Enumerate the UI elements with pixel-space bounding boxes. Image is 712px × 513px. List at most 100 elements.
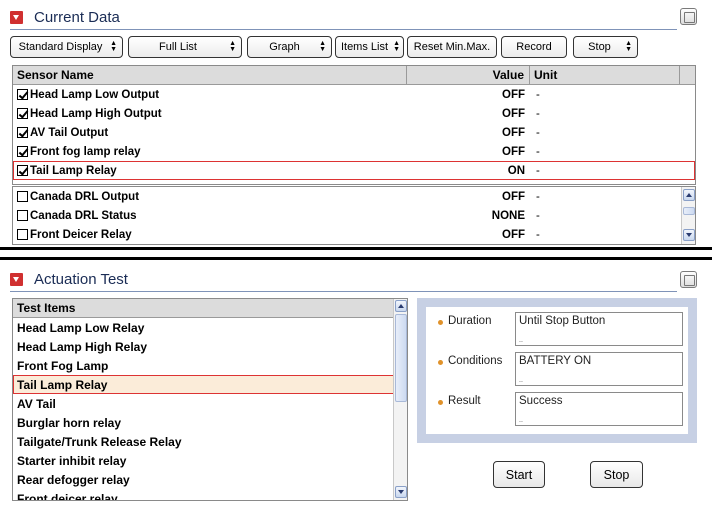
sensor-unit: -	[536, 107, 540, 120]
sensor-unit: -	[536, 190, 540, 203]
row-checkbox[interactable]	[17, 229, 28, 240]
items-list-select[interactable]: Items List ▲ ▼	[335, 36, 404, 58]
current-data-header: Current Data	[10, 6, 120, 28]
sensor-name-header: Sensor Name	[13, 66, 407, 84]
duration-row: Duration Until Stop Button ..	[426, 312, 688, 348]
maximize-icon[interactable]	[680, 8, 697, 25]
graph-label: Graph	[269, 41, 300, 53]
record-button[interactable]: Record	[501, 36, 567, 58]
test-items-header: Test Items	[13, 299, 394, 318]
row-checkbox[interactable]	[17, 89, 28, 100]
list-item[interactable]: Rear defogger relay	[13, 470, 394, 489]
scroll-down-icon[interactable]	[683, 229, 695, 241]
duration-label: Duration	[448, 315, 492, 327]
sensor-name: Front Deicer Relay	[30, 228, 132, 241]
header-rule	[10, 29, 677, 30]
table-row[interactable]: Canada DRL Output OFF -	[13, 187, 695, 206]
sensor-name: AV Tail Output	[30, 126, 109, 139]
sensor-name: Canada DRL Status	[30, 209, 137, 222]
sensor-scrollbar[interactable]	[681, 187, 695, 244]
test-items-list: Test Items Head Lamp Low Relay Head Lamp…	[12, 298, 408, 501]
sensor-name: Head Lamp Low Output	[30, 88, 160, 101]
updown-icon: ▲ ▼	[319, 40, 326, 53]
list-mode-select[interactable]: Full List ▲ ▼	[128, 36, 242, 58]
sensor-unit: -	[536, 145, 540, 158]
maximize-icon[interactable]	[680, 271, 697, 288]
actuation-test-title: Actuation Test	[34, 270, 128, 288]
test-detail-panel: Duration Until Stop Button .. Conditions…	[417, 298, 697, 443]
table-header: Sensor Name Value Unit	[13, 66, 695, 85]
graph-select[interactable]: Graph ▲ ▼	[247, 36, 332, 58]
display-mode-label: Standard Display	[18, 41, 103, 53]
scroll-up-icon[interactable]	[683, 189, 695, 201]
test-list-scrollbar[interactable]	[393, 299, 407, 500]
updown-icon: ▲ ▼	[393, 40, 400, 53]
list-item[interactable]: Front Fog Lamp	[13, 356, 394, 375]
collapse-icon[interactable]	[10, 10, 23, 24]
conditions-value: BATTERY ON	[519, 355, 592, 367]
result-label: Result	[448, 395, 481, 407]
table-row[interactable]: Head Lamp High Output OFF -	[13, 104, 695, 123]
updown-icon: ▲ ▼	[625, 40, 632, 53]
list-item-selected[interactable]: Tail Lamp Relay	[13, 375, 394, 394]
table-row[interactable]: Head Lamp Low Output OFF -	[13, 85, 695, 104]
scroll-up-icon[interactable]	[395, 300, 407, 312]
row-checkbox[interactable]	[17, 165, 28, 176]
scroll-down-icon[interactable]	[395, 486, 407, 498]
updown-icon: ▲ ▼	[229, 40, 236, 53]
sensor-name: Front fog lamp relay	[30, 145, 141, 158]
conditions-field: BATTERY ON ..	[515, 352, 683, 386]
sensor-unit: -	[536, 228, 540, 241]
ellipsis-icon: ..	[519, 377, 523, 384]
list-item[interactable]: Head Lamp Low Relay	[13, 318, 394, 337]
stop-button[interactable]: Stop	[590, 461, 643, 488]
row-checkbox[interactable]	[17, 210, 28, 221]
table-row[interactable]: Front fog lamp relay OFF -	[13, 142, 695, 161]
row-checkbox[interactable]	[17, 108, 28, 119]
list-item[interactable]: Head Lamp High Relay	[13, 337, 394, 356]
list-item[interactable]: Tailgate/Trunk Release Relay	[13, 432, 394, 451]
sensor-value: OFF	[502, 228, 525, 241]
stop-select-label: Stop	[588, 41, 611, 53]
collapse-icon[interactable]	[10, 272, 23, 286]
bullet-icon	[438, 400, 443, 405]
table-row[interactable]: AV Tail Output OFF -	[13, 123, 695, 142]
bullet-icon	[438, 360, 443, 365]
scroll-thumb[interactable]	[683, 207, 695, 215]
duration-value: Until Stop Button	[519, 315, 606, 327]
list-item[interactable]: Starter inhibit relay	[13, 451, 394, 470]
sensor-unit: -	[536, 164, 540, 177]
sensor-unit: -	[536, 209, 540, 222]
table-row[interactable]: Front Deicer Relay OFF -	[13, 225, 695, 244]
reset-min-max-label: Reset Min.Max.	[413, 41, 491, 53]
panel-divider	[0, 247, 712, 250]
list-item[interactable]: AV Tail	[13, 394, 394, 413]
table-row-selected[interactable]: Tail Lamp Relay ON -	[13, 161, 695, 180]
start-button[interactable]: Start	[493, 461, 545, 488]
row-checkbox[interactable]	[17, 191, 28, 202]
list-item[interactable]: Burglar horn relay	[13, 413, 394, 432]
header-rule	[10, 291, 677, 292]
list-mode-label: Full List	[159, 41, 197, 53]
table-row[interactable]: Canada DRL Status NONE -	[13, 206, 695, 225]
current-data-title: Current Data	[34, 8, 120, 26]
sensor-value: OFF	[502, 190, 525, 203]
result-field: Success ..	[515, 392, 683, 426]
stop-select[interactable]: Stop ▲ ▼	[573, 36, 638, 58]
sensor-value: ON	[507, 164, 525, 177]
list-item[interactable]: Front deicer relay	[13, 489, 394, 501]
sensor-value: OFF	[502, 126, 525, 139]
sensor-value: OFF	[502, 88, 525, 101]
sensor-value: OFF	[502, 107, 525, 120]
items-list-label: Items List	[340, 41, 389, 53]
sensor-name: Canada DRL Output	[30, 190, 140, 203]
scroll-thumb[interactable]	[395, 314, 407, 402]
ellipsis-icon: ..	[519, 417, 523, 424]
reset-min-max-button[interactable]: Reset Min.Max.	[407, 36, 497, 58]
unit-header: Unit	[530, 66, 680, 84]
display-mode-select[interactable]: Standard Display ▲ ▼	[10, 36, 123, 58]
sensor-value: NONE	[491, 209, 525, 222]
value-header: Value	[407, 66, 530, 84]
row-checkbox[interactable]	[17, 146, 28, 157]
row-checkbox[interactable]	[17, 127, 28, 138]
